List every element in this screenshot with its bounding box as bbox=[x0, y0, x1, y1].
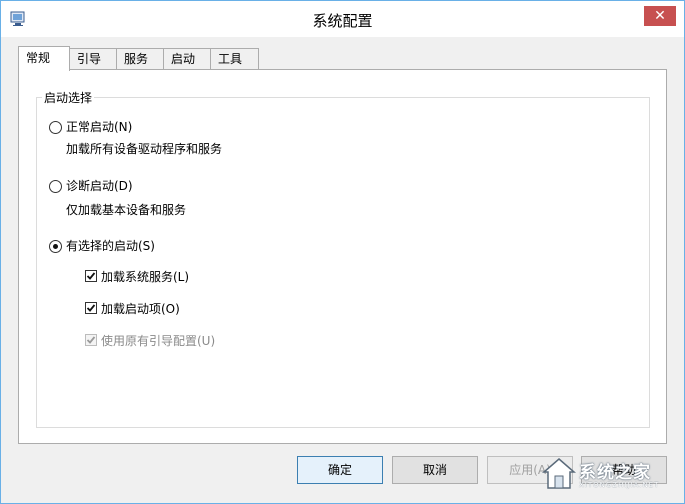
normal-startup-radio[interactable] bbox=[49, 121, 62, 134]
load-startup-items-checkbox[interactable] bbox=[85, 302, 97, 314]
title-bar[interactable]: 系统配置 ✕ bbox=[1, 1, 684, 37]
tab-startup[interactable]: 启动 bbox=[163, 48, 211, 69]
close-icon: ✕ bbox=[654, 8, 666, 24]
watermark-text: 系统之家 bbox=[579, 463, 651, 483]
load-system-services-label[interactable]: 加载系统服务(L) bbox=[101, 268, 189, 285]
ok-button[interactable]: 确定 bbox=[297, 456, 383, 484]
group-legend: 启动选择 bbox=[42, 89, 95, 106]
general-tab-panel: 启动选择 正常启动(N) 加载所有设备驱动程序和服务 诊断启动(D) 仅加载基本… bbox=[18, 69, 667, 444]
normal-startup-description: 加载所有设备驱动程序和服务 bbox=[66, 142, 223, 156]
tab-services[interactable]: 服务 bbox=[116, 48, 164, 69]
checkmark-icon bbox=[86, 304, 96, 312]
diagnostic-startup-description: 仅加载基本设备和服务 bbox=[66, 203, 187, 217]
diagnostic-startup-label[interactable]: 诊断启动(D) bbox=[66, 177, 133, 194]
window-title: 系统配置 bbox=[312, 12, 373, 30]
load-system-services-checkbox[interactable] bbox=[85, 270, 97, 282]
tab-boot[interactable]: 引导 bbox=[69, 48, 117, 69]
load-startup-items-label[interactable]: 加载启动项(O) bbox=[101, 300, 180, 317]
house-logo-icon bbox=[541, 458, 577, 489]
use-original-boot-config-checkbox bbox=[85, 334, 97, 346]
checkmark-icon bbox=[86, 336, 96, 344]
diagnostic-startup-radio[interactable] bbox=[49, 180, 62, 193]
tab-tools[interactable]: 工具 bbox=[210, 48, 259, 69]
selective-startup-label[interactable]: 有选择的启动(S) bbox=[66, 237, 155, 254]
cancel-button[interactable]: 取消 bbox=[392, 456, 478, 484]
checkmark-icon bbox=[86, 272, 96, 280]
tab-general[interactable]: 常规 bbox=[18, 46, 70, 71]
watermark-subtext: XITONGZHIJIA.NET bbox=[579, 481, 660, 489]
system-config-window: 系统配置 ✕ 常规 引导 服务 启动 工具 启动选择 正常启动(N) 加载所有设… bbox=[0, 0, 685, 504]
normal-startup-label[interactable]: 正常启动(N) bbox=[66, 118, 132, 135]
use-original-boot-config-label: 使用原有引导配置(U) bbox=[101, 334, 216, 348]
selective-startup-radio[interactable] bbox=[49, 240, 62, 253]
close-button[interactable]: ✕ bbox=[644, 6, 676, 26]
site-watermark: 系统之家 XITONGZHIJIA.NET bbox=[539, 452, 681, 496]
